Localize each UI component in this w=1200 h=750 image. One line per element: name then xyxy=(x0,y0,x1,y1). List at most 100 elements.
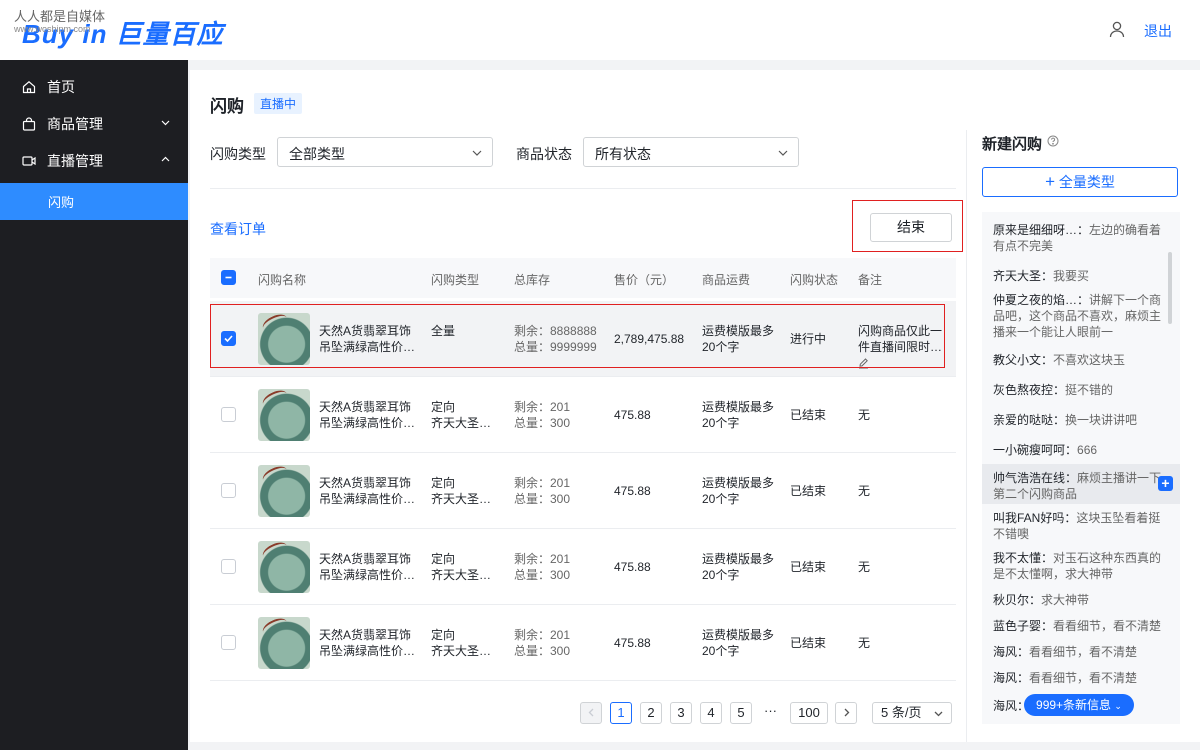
comment-user: 海风： xyxy=(993,671,1030,685)
live-camera-icon xyxy=(22,155,36,166)
comment-user: 齐天大圣： xyxy=(993,269,1054,283)
comment-item[interactable]: 一小碗瘦呵呵：666 xyxy=(993,442,1169,458)
comment-item[interactable]: 灰色熬夜控：挺不错的 xyxy=(993,382,1169,398)
sidebar-item-flash-sale[interactable]: 闪购 xyxy=(0,183,188,220)
column-header: 售价（元） xyxy=(614,273,675,287)
note: 无 xyxy=(858,407,942,423)
help-icon[interactable] xyxy=(1047,135,1059,147)
comment-user: 仲夏之夜的焰…： xyxy=(993,293,1090,307)
end-button[interactable]: 结束 xyxy=(870,213,952,242)
type-filter-label: 闪购类型 xyxy=(210,146,266,162)
page-1-button[interactable]: 1 xyxy=(610,702,632,724)
stock-total: 总量：300 xyxy=(514,568,571,582)
chevron-down-icon xyxy=(778,150,788,156)
home-icon xyxy=(22,80,36,93)
comment-user: 我不太懂： xyxy=(993,551,1054,565)
product-name: 天然A货翡翠耳饰吊坠满绿高性价… xyxy=(319,552,416,582)
next-page-button[interactable] xyxy=(835,702,857,724)
freight: 运费模版最多20个字 xyxy=(702,324,775,354)
sidebar-item-home[interactable]: 首页 xyxy=(0,68,188,105)
product-thumbnail xyxy=(258,617,310,669)
sidebar-item-products[interactable]: 商品管理 xyxy=(0,105,188,142)
row-checkbox[interactable] xyxy=(221,635,236,650)
row-checkbox[interactable] xyxy=(221,483,236,498)
row-checkbox[interactable] xyxy=(221,407,236,422)
add-full-type-button[interactable]: + 全量类型 xyxy=(982,167,1178,197)
note: 无 xyxy=(858,559,942,575)
comment-item[interactable]: 亲爱的哒哒：换一块讲讲吧 xyxy=(993,412,1169,428)
flash-type: 定向 齐天大圣… xyxy=(431,627,491,659)
stock: 剩余：201 总量：300 xyxy=(514,551,570,583)
column-header: 备注 xyxy=(858,273,883,287)
table-row[interactable]: 天然A货翡翠耳饰吊坠满绿高性价… 定向 齐天大圣… 剩余：201 总量：300 475.8… xyxy=(210,529,956,605)
status-select-value: 所有状态 xyxy=(595,146,651,162)
sidebar-item-live[interactable]: 直播管理 xyxy=(0,142,188,179)
stock-remaining: 剩余：201 xyxy=(514,628,571,642)
comment-item[interactable]: 教父小文：不喜欢这块玉 xyxy=(993,352,1169,368)
comment-feed[interactable]: 原来是细细呀…：左边的确看着有点不完美齐天大圣：我要买仲夏之夜的焰…：讲解下一个… xyxy=(982,212,1180,724)
column-header: 闪购类型 xyxy=(431,273,480,287)
flash-type: 全量 xyxy=(431,323,455,339)
column-header: 闪购状态 xyxy=(790,273,839,287)
page-last-button[interactable]: 100 xyxy=(790,702,828,724)
comment-item[interactable]: 海风：看看细节，看不清楚 xyxy=(993,670,1169,686)
comment-item[interactable]: 帅气浩浩在线：麻烦主播讲一下第二个闪购商品 xyxy=(993,470,1169,502)
column-header: 闪购名称 xyxy=(258,273,307,287)
comment-item[interactable]: 蓝色子婴：看看细节，看不清楚 xyxy=(993,618,1169,634)
type-select[interactable]: 全部类型 xyxy=(277,137,493,167)
page-ellipsis: ··· xyxy=(764,703,777,718)
chevron-down-icon xyxy=(161,120,170,126)
comment-user: 亲爱的哒哒： xyxy=(993,413,1066,427)
new-messages-button[interactable]: 999+条新信息 ⌄ xyxy=(1024,694,1134,716)
comment-item[interactable]: 海风：看看细节，看不清楚 xyxy=(993,644,1169,660)
flash-type-target: 齐天大圣… xyxy=(431,568,492,582)
bag-icon xyxy=(22,116,36,131)
page-5-button[interactable]: 5 xyxy=(730,702,752,724)
comment-item[interactable]: 秋贝尔：求大神带 xyxy=(993,592,1169,608)
table-row[interactable]: 天然A货翡翠耳饰吊坠满绿高性价… 全量 剩余：8888888 总量：9999999 2,… xyxy=(210,301,956,377)
add-comment-plus-button[interactable]: + xyxy=(1158,476,1173,491)
edit-icon[interactable] xyxy=(858,358,869,369)
flash-type-line: 定向 xyxy=(431,628,456,642)
note-text: 无 xyxy=(858,484,871,498)
page-4-button[interactable]: 4 xyxy=(700,702,722,724)
freight: 运费模版最多20个字 xyxy=(702,552,775,582)
table-row[interactable]: 天然A货翡翠耳饰吊坠满绿高性价… 定向 齐天大圣… 剩余：201 总量：300 475.8… xyxy=(210,377,956,453)
page-2-button[interactable]: 2 xyxy=(640,702,662,724)
price: 475.88 xyxy=(614,408,651,422)
comment-item[interactable]: 我不太懂：对玉石这种东西真的是不太懂啊，求大神带 xyxy=(993,550,1169,582)
check-icon xyxy=(224,335,233,343)
divider xyxy=(210,188,956,189)
select-all-checkbox[interactable] xyxy=(221,270,236,285)
page-size-select[interactable]: 5 条/页 xyxy=(872,702,952,724)
price: 2,789,475.88 xyxy=(614,332,685,346)
note-text: 无 xyxy=(858,560,871,574)
chevron-up-icon xyxy=(161,156,170,162)
page-size-value: 5 条/页 xyxy=(881,705,922,720)
status-select[interactable]: 所有状态 xyxy=(583,137,799,167)
comment-text: 我要买 xyxy=(1053,269,1090,283)
prev-page-button[interactable] xyxy=(580,702,602,724)
new-messages-label: 999+条新信息 xyxy=(1036,698,1112,712)
table-row[interactable]: 天然A货翡翠耳饰吊坠满绿高性价… 定向 齐天大圣… 剩余：201 总量：300 475.8… xyxy=(210,605,956,681)
logout-link[interactable]: 退出 xyxy=(1144,21,1172,41)
comment-item[interactable]: 仲夏之夜的焰…：讲解下一个商品吧，这个商品不喜欢，麻烦主播来一个能让人眼前一 xyxy=(993,292,1169,340)
comment-item[interactable]: 叫我FAN好吗：这块玉坠看着挺不错噢 xyxy=(993,510,1169,542)
row-checkbox[interactable] xyxy=(221,559,236,574)
price: 475.88 xyxy=(614,636,651,650)
user-icon[interactable] xyxy=(1108,20,1126,38)
row-checkbox[interactable] xyxy=(221,331,236,346)
view-orders-link[interactable]: 查看订单 xyxy=(210,219,266,239)
note: 无 xyxy=(858,635,942,651)
type-select-value: 全部类型 xyxy=(289,146,345,162)
comment-item[interactable]: 原来是细细呀…：左边的确看着有点不完美 xyxy=(993,222,1169,254)
flash-status: 进行中 xyxy=(790,332,827,346)
column-header: 商品运费 xyxy=(702,273,751,287)
comment-text: 看看细节，看不清楚 xyxy=(1053,619,1162,633)
note-text: 无 xyxy=(858,408,871,422)
stock: 剩余：201 总量：300 xyxy=(514,399,570,431)
page-3-button[interactable]: 3 xyxy=(670,702,692,724)
table-row[interactable]: 天然A货翡翠耳饰吊坠满绿高性价… 定向 齐天大圣… 剩余：201 总量：300 475.8… xyxy=(210,453,956,529)
comment-item[interactable]: 齐天大圣：我要买 xyxy=(993,268,1169,284)
flash-status: 已结束 xyxy=(790,484,827,498)
